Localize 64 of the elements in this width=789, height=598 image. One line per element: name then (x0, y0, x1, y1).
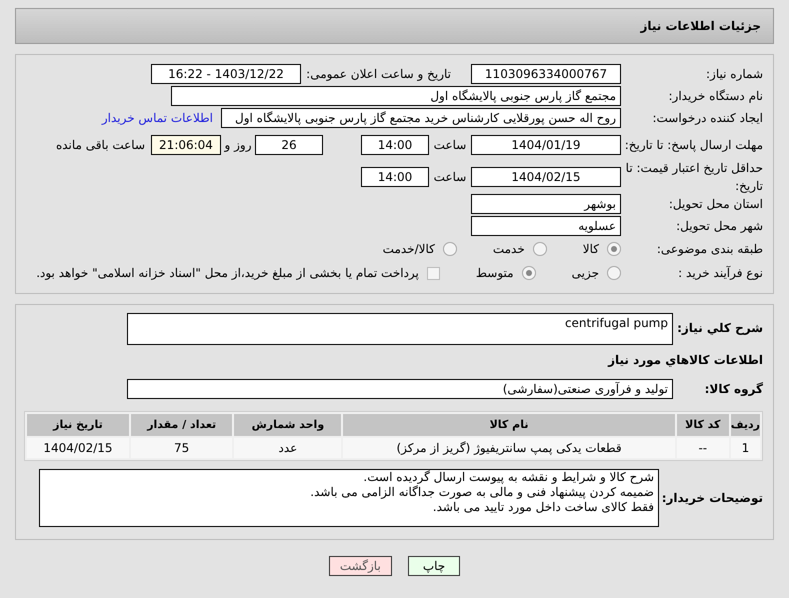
checkbox[interactable] (426, 266, 440, 280)
radio-button[interactable] (532, 242, 547, 256)
radio-label: متوسط (476, 265, 514, 282)
field-label: تاریخ و ساعت اعلان عمومی: (305, 66, 451, 83)
goods-group-field: تولید و فرآوری صنعتی(سفارشی) (127, 379, 673, 399)
field-label: طبقه بندی موضوعی: (656, 241, 763, 258)
column-header: تاریخ نیاز (27, 414, 129, 436)
radio-button[interactable] (522, 266, 536, 280)
city-field: عسلویه (471, 216, 621, 236)
remaining-time-field: 21:06:04 (151, 135, 221, 155)
reply-time-field: 14:00 (361, 135, 429, 155)
field-label: ساعت (432, 137, 468, 154)
radio-button[interactable] (607, 242, 621, 256)
validity-time-field: 14:00 (361, 167, 429, 187)
table-cell: 75 (130, 438, 232, 458)
buyer-contact-link[interactable]: اطلاعات تماس خریدار (102, 109, 213, 127)
table-cell: عدد (234, 438, 342, 458)
announce-date-field: 1403/12/22 - 16:22 (151, 64, 301, 84)
note-line: ضمیمه کردن پیشنهاد فنی و مالی به صورت جداگانه الزامی می باشد. (309, 485, 654, 500)
radio-button[interactable] (607, 266, 621, 280)
field-label: مهلت ارسال پاسخ: تا تاریخ: (624, 137, 763, 154)
note-line: فقط کالای ساخت داخل مورد تایید می باشد. (432, 500, 654, 515)
column-header: کد کالا (676, 414, 729, 436)
buyer-notes-textarea[interactable]: شرح کالا و شرایط و نقشه به پیوست ارسال گردیده است. ضمیمه کردن پیشنهاد فنی و مالی به صورت جداگانه الزامی می باشد. فقط کالای ساخت داخل مورد تایید می باشد. (39, 469, 659, 527)
province-field: بوشهر (471, 194, 621, 214)
field-label: ایجاد کننده درخواست: (651, 110, 763, 127)
table-cell: 1 (730, 438, 760, 458)
need-number-field: 1103096334000767 (471, 64, 621, 84)
table-cell: قطعات یدکی پمپ سانتریفیوژ (گریز از مرکز) (343, 438, 675, 458)
radio-label: کالا (582, 241, 599, 258)
column-header: تعداد / مقدار (130, 414, 232, 436)
field-label: شهر محل تحویل: (675, 218, 763, 235)
radio-label: جزیی (572, 265, 599, 282)
back-button[interactable]: بازگشت (328, 556, 392, 576)
page-title: جزئیات اطلاعات نیاز (640, 18, 761, 35)
radio-label: کالا/خدمت (382, 241, 435, 258)
validity-date-field: 1404/02/15 (471, 167, 621, 187)
field-label: روز و (223, 137, 252, 154)
field-label: گروه کالا: (704, 381, 763, 398)
buyer-org-field: مجتمع گاز پارس جنوبی پالایشگاه اول (171, 86, 621, 106)
table-cell: 1404/02/15 (27, 438, 129, 458)
days-field: 26 (255, 135, 323, 155)
radio-button[interactable] (442, 242, 457, 256)
field-label: نوع فرآیند خرید : (677, 265, 763, 282)
column-header: نام کالا (343, 414, 675, 436)
payment-note: پرداخت تمام یا بخشی از مبلغ خرید،از محل "اسناد خزانه اسلامی" خواهد بود. (36, 265, 419, 282)
description-textarea[interactable]: centrifugal pump (127, 313, 673, 345)
field-label: توضیحات خریدار: (660, 490, 763, 507)
radio-label: خدمت (492, 241, 525, 258)
field-label: شرح کلي نیاز: (676, 320, 763, 337)
note-line: شرح کالا و شرایط و نقشه به پیوست ارسال گردیده است. (362, 470, 654, 485)
field-label: حداقل تاریخ اعتبار قیمت: تا تاریخ: (624, 160, 763, 195)
field-label: ساعت باقی مانده (56, 137, 145, 154)
field-label: نام دستگاه خریدار: (668, 88, 763, 105)
field-label: ساعت (432, 169, 468, 186)
field-label: استان محل تحویل: (668, 196, 763, 213)
table-cell: -- (676, 438, 729, 458)
reply-date-field: 1404/01/19 (471, 135, 621, 155)
print-button[interactable]: چاپ (408, 556, 460, 576)
column-header: ردیف (730, 414, 760, 436)
column-header: واحد شمارش (234, 414, 342, 436)
goods-heading: اطلاعات کالاهاي مورد نیاز (606, 352, 763, 369)
requester-field: روح اله حسن پورقلایی کارشناس خرید مجتمع گاز پارس جنوبی پالایشگاه اول (221, 108, 621, 128)
field-label: شماره نیاز: (705, 66, 763, 83)
